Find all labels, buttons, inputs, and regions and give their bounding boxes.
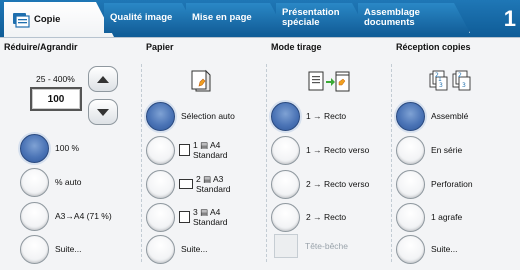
option-label: 1 agrafe (431, 212, 463, 222)
output-column: Réception copies 1 2 3 2 3 Assemblé En s… (392, 38, 520, 270)
tab-label-line2: documents (364, 17, 415, 28)
tab-bar: Copie Qualité image Mise en page Présent… (0, 0, 520, 37)
paper-option-tray-1[interactable]: 1 ▤ A4 Standard (146, 135, 228, 165)
radio-selected[interactable] (271, 101, 300, 131)
option-label: A3→A4 (71 %) (55, 211, 112, 221)
svg-text:3: 3 (439, 82, 443, 89)
option-label: Suite... (181, 244, 208, 254)
zoom-range-label: 25 - 400% (36, 74, 75, 84)
tete-beche-label: Tête-bêche (305, 241, 348, 251)
tab-label: Qualité image (110, 12, 173, 23)
radio[interactable] (146, 135, 175, 165)
paper-option-auto[interactable]: Sélection auto (146, 101, 235, 131)
option-label: En série (431, 145, 463, 155)
option-label: Perforation (431, 179, 473, 189)
option-label: Suite... (431, 244, 458, 254)
reduce-option-100[interactable]: 100 % (20, 133, 79, 163)
paper-column: Papier Sélection auto 1 ▤ A4 Standard 2 … (142, 38, 266, 270)
option-label: 2 ▤ A3 (196, 174, 224, 184)
radio[interactable] (20, 167, 49, 197)
output-option-more[interactable]: Suite... (396, 234, 457, 264)
paper-portrait-icon (179, 211, 190, 223)
radio[interactable] (271, 169, 300, 199)
radio[interactable] (20, 234, 49, 264)
radio[interactable] (396, 135, 425, 165)
tab-assemblage-documents[interactable]: Assemblage documents (358, 3, 470, 33)
sides-header: Mode tirage (271, 42, 322, 52)
sides-option-1-1[interactable]: 1 → Recto (271, 101, 346, 131)
svg-text:3: 3 (462, 82, 466, 89)
output-option-uncollated[interactable]: En série (396, 135, 462, 165)
zoom-value-field[interactable]: 100 (30, 87, 82, 111)
tab-mise-en-page[interactable]: Mise en page (186, 3, 286, 33)
tab-label: Mise en page (192, 12, 252, 23)
paper-option-tray-2[interactable]: 2 ▤ A3 Standard (146, 169, 231, 199)
paper-option-tray-3[interactable]: 3 ▤ A4 Standard (146, 202, 228, 232)
radio[interactable] (396, 169, 425, 199)
reduce-enlarge-header: Réduire/Agrandir (4, 42, 78, 52)
radio[interactable] (20, 201, 49, 231)
tab-presentation-speciale[interactable]: Présentation spéciale (276, 3, 368, 33)
svg-text:2: 2 (435, 72, 439, 79)
radio-selected[interactable] (396, 101, 425, 131)
option-label: 2 → Recto (306, 212, 347, 222)
output-option-punch[interactable]: Perforation (396, 169, 473, 199)
option-label: Assemblé (431, 111, 469, 121)
reduce-option-a3-a4[interactable]: A3→A4 (71 %) (20, 201, 112, 231)
option-label: Sélection auto (181, 111, 235, 121)
radio[interactable] (396, 202, 425, 232)
tab-page-number: 1 (503, 6, 516, 31)
reduce-option-more[interactable]: Suite... (20, 234, 81, 264)
copy-icon (12, 11, 30, 29)
output-option-collated[interactable]: Assemblé (396, 101, 468, 131)
radio[interactable] (271, 135, 300, 165)
option-label: % auto (55, 177, 82, 187)
option-label: 1 → Recto verso (306, 145, 370, 155)
sides-option-2-1[interactable]: 2 → Recto (271, 202, 346, 232)
radio[interactable] (271, 202, 300, 232)
paper-option-more[interactable]: Suite... (146, 234, 207, 264)
collated-icon: 1 2 3 2 3 (429, 70, 471, 91)
tab-label: Copie (34, 13, 61, 25)
sides-option-1-2[interactable]: 1 → Recto verso (271, 135, 369, 165)
option-label: 1 → Recto (306, 111, 347, 121)
sides-option-2-2[interactable]: 2 → Recto verso (271, 169, 369, 199)
tab-copie[interactable]: Copie (4, 2, 114, 37)
option-sublabel: Standard (196, 184, 231, 194)
option-label: 2 → Recto verso (306, 179, 370, 189)
radio-selected[interactable] (146, 101, 175, 131)
radio[interactable] (396, 234, 425, 264)
reduce-enlarge-column: Réduire/Agrandir 25 - 400% 100 100 % % a… (0, 38, 140, 270)
option-sublabel: Standard (193, 217, 228, 227)
radio[interactable] (146, 169, 175, 199)
tab-label-line2: spéciale (282, 17, 320, 28)
option-label: 3 ▤ A4 (193, 207, 221, 217)
zoom-decrease-button[interactable] (88, 99, 118, 125)
arrow-up-icon (97, 75, 109, 83)
radio[interactable] (146, 202, 175, 232)
svg-text:2: 2 (458, 72, 462, 79)
paper-tray-icon (191, 69, 211, 92)
radio[interactable] (146, 234, 175, 264)
reduce-option-auto[interactable]: % auto (20, 167, 81, 197)
output-option-staple[interactable]: 1 agrafe (396, 202, 462, 232)
output-header: Réception copies (396, 42, 471, 52)
option-label: Suite... (55, 244, 82, 254)
paper-header: Papier (146, 42, 174, 52)
arrow-down-icon (97, 108, 109, 116)
paper-landscape-icon (179, 179, 193, 189)
copy-settings-panel: Réduire/Agrandir 25 - 400% 100 100 % % a… (0, 37, 520, 270)
radio-selected[interactable] (20, 133, 49, 163)
option-label: 100 % (55, 143, 80, 153)
tete-beche-checkbox[interactable] (274, 234, 298, 258)
option-label: 1 ▤ A4 (193, 140, 221, 150)
zoom-increase-button[interactable] (88, 66, 118, 92)
tab-qualite-image[interactable]: Qualité image (104, 3, 198, 33)
duplex-icon (308, 71, 350, 92)
option-sublabel: Standard (193, 150, 228, 160)
paper-portrait-icon (179, 144, 190, 156)
